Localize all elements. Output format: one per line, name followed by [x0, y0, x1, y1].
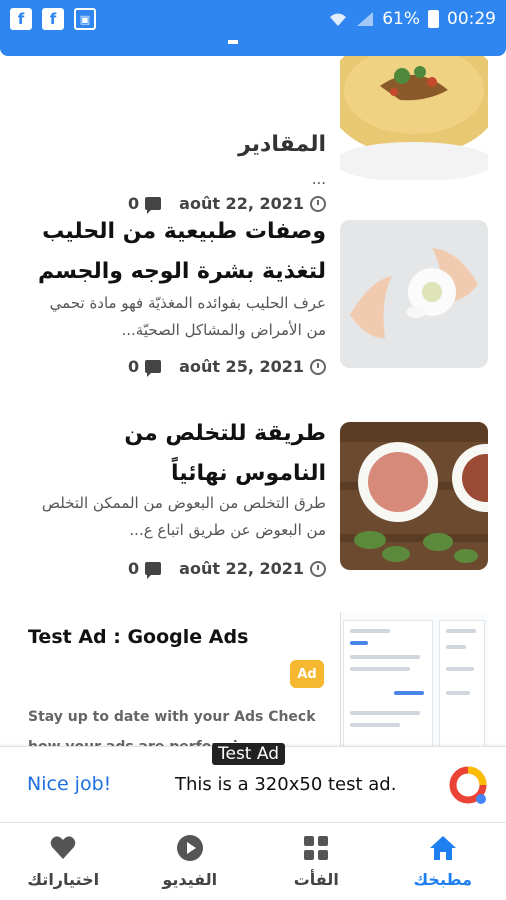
header-indicator: [228, 40, 238, 44]
clock-icon: [310, 358, 326, 375]
heart-icon: [50, 836, 76, 859]
article-meta: 0 août 22, 2021: [128, 559, 326, 579]
nav-label: الفأت: [293, 870, 339, 889]
article-card[interactable]: طريقة للتخلص من الناموس نهائياً طرق التخ…: [0, 421, 506, 592]
comment-icon: [145, 562, 162, 579]
facebook-icon: f: [42, 8, 64, 30]
battery-icon: [428, 10, 439, 28]
comment-icon: [145, 197, 162, 214]
clock-icon: [310, 195, 326, 212]
clock-icon: [310, 560, 326, 577]
article-meta: 0 août 25, 2021: [128, 357, 326, 377]
bottom-navigation: اختياراتك الفيديو الفأت مطبخك: [0, 822, 506, 900]
nav-item-home[interactable]: مطبخك: [380, 823, 506, 900]
nav-label: مطبخك: [413, 870, 472, 889]
ad-body: Stay up to date with your Ads Check how …: [28, 709, 316, 746]
comments-count: 0: [128, 194, 162, 214]
article-meta: 0 août 22, 2021: [128, 194, 326, 214]
post-date: août 22, 2021: [179, 194, 326, 213]
comments-count: 0: [128, 559, 162, 579]
tea-cups-thumbnail: [340, 422, 488, 570]
image-icon: ▣: [74, 8, 96, 30]
article-feed[interactable]: المقادير ... 0 août 22, 2021 وصفات طبيعي…: [0, 56, 506, 746]
banner-ad[interactable]: Test Ad Nice job! This is a 320x50 test …: [0, 743, 506, 822]
article-card[interactable]: المقادير ... 0 août 22, 2021: [0, 56, 506, 214]
ad-title[interactable]: Test Ad : Google Ads: [28, 626, 248, 648]
ad-badge: Ad: [290, 660, 324, 688]
wifi-icon: [330, 13, 347, 26]
native-ad-card[interactable]: Test Ad : Google Ads Ad Stay up to date …: [0, 612, 506, 746]
post-date: août 22, 2021: [179, 559, 326, 578]
post-date: août 25, 2021: [179, 357, 326, 376]
article-title[interactable]: وصفات طبيعية من الحليب لتغذية بشرة الوجه…: [26, 212, 326, 292]
test-ad-label: Test Ad: [212, 743, 286, 765]
ad-preview-image: [340, 612, 488, 746]
nav-item-video[interactable]: الفيديو: [127, 823, 254, 900]
banner-nice-job[interactable]: Nice job!: [27, 773, 111, 795]
comment-icon: [145, 360, 162, 377]
article-card[interactable]: وصفات طبيعية من الحليب لتغذية بشرة الوجه…: [0, 219, 506, 390]
article-excerpt: عرف الحليب بفوائده المغذيّة فهو مادة تحم…: [49, 294, 326, 339]
article-title[interactable]: طريقة للتخلص من الناموس نهائياً: [26, 414, 326, 494]
banner-text: This is a 320x50 test ad.: [175, 774, 397, 795]
facebook-icon: f: [10, 8, 32, 30]
article-excerpt: طرق التخلص من البعوض من الممكن التخلص من…: [41, 494, 326, 539]
nav-item-favorites[interactable]: اختياراتك: [0, 823, 127, 900]
comments-count: 0: [128, 357, 162, 377]
clock-time: 00:29: [447, 9, 496, 29]
nav-label: الفيديو: [162, 870, 218, 889]
battery-percent: 61%: [382, 9, 420, 29]
signal-icon: [357, 12, 374, 26]
soup-thumbnail: [340, 56, 488, 190]
google-ads-logo-icon: [449, 766, 487, 804]
home-icon: [429, 836, 456, 860]
article-excerpt: ...: [311, 170, 326, 188]
milk-flower-thumbnail: [340, 220, 488, 368]
article-title[interactable]: المقادير: [26, 130, 326, 160]
nav-item-categories[interactable]: الفأت: [253, 823, 380, 900]
grid-icon: [304, 836, 329, 860]
status-bar: f f ▣ 61% 00:29: [0, 0, 506, 38]
nav-label: اختياراتك: [27, 870, 100, 889]
play-icon: [176, 835, 203, 861]
app-header: [0, 38, 506, 56]
